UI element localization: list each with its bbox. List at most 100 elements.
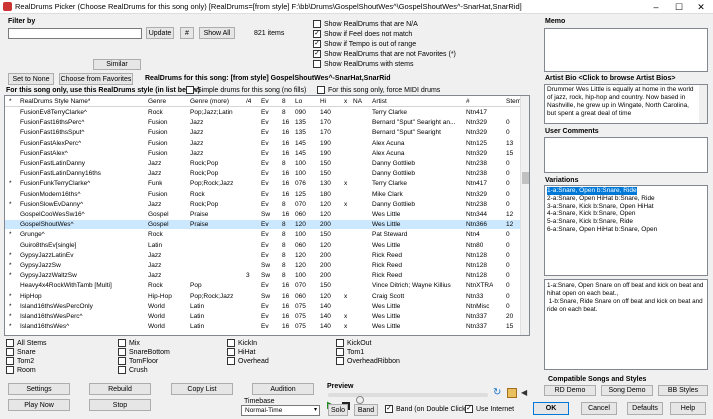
- stem-checkbox[interactable]: KickIn: [227, 339, 257, 347]
- table-row[interactable]: * HipHop Hip-Hop Pop;Rock;Jazz Sw 16 060 120 x Cr…: [5, 292, 522, 301]
- table-row[interactable]: FusionEv8TerryClarke^ Rock Pop;Jazz;Latin E…: [5, 108, 522, 117]
- update-button[interactable]: Update: [146, 27, 174, 39]
- table-row[interactable]: * GypsyJazzSw Jazz Sw 8 120 200 Rick Reed Ntn128…: [5, 261, 522, 270]
- variation-item[interactable]: 4-a:Snare, Kick b:Snare, Open: [547, 210, 636, 218]
- table-row[interactable]: * Island16thsWes^ World Latin Ev 16 075 140 x Wes…: [5, 322, 522, 331]
- memo-box[interactable]: [544, 28, 708, 72]
- scrollbar-thumb[interactable]: [522, 172, 529, 184]
- table-row[interactable]: FusionFast16thsSput^ Fusion Jazz Ev 16 135 170…: [5, 128, 522, 137]
- copy-list-button[interactable]: Copy List: [171, 383, 233, 395]
- stop-button[interactable]: Stop: [89, 399, 151, 411]
- column-header[interactable]: Ev: [261, 97, 269, 106]
- song-demo-button[interactable]: Song Demo: [601, 385, 653, 396]
- defaults-button[interactable]: Defaults: [627, 402, 663, 415]
- column-header[interactable]: #: [466, 97, 470, 106]
- folder-icon[interactable]: [507, 388, 517, 398]
- filter-input[interactable]: [8, 28, 142, 39]
- rebuild-button[interactable]: Rebuild: [89, 383, 151, 395]
- stem-checkbox[interactable]: SnareBottom: [118, 348, 170, 356]
- solo-button[interactable]: Solo: [328, 404, 348, 416]
- filter-option-checkbox[interactable]: Show RealDrums with stems: [313, 60, 413, 68]
- variation-item[interactable]: 2-a:Snare, Open HiHat b:Snare, Ride: [547, 195, 655, 203]
- table-row[interactable]: * Grunge^ Rock Ev 8 100 150 Pat Steward Ntn4 0: [5, 230, 522, 239]
- table-row[interactable]: Heavy4x4RockWithTamb [Multi] Rock Pop Ev 16 0…: [5, 281, 522, 290]
- column-header[interactable]: 8: [282, 97, 286, 106]
- column-header[interactable]: x: [344, 97, 347, 106]
- variation-item[interactable]: 3-a:Snare, Kick b:Snare, Open HiHat: [547, 203, 654, 211]
- hash-button[interactable]: #: [180, 27, 194, 39]
- column-header[interactable]: /4: [246, 97, 251, 106]
- table-row[interactable]: * FusionFunkTerryClarke^ Funk Pop;Rock;Jazz…: [5, 179, 522, 188]
- column-header[interactable]: Genre: [148, 97, 166, 106]
- user-comments-box[interactable]: [544, 137, 708, 173]
- table-row[interactable]: * GypsyJazzLatinEv Jazz Ev 8 120 200 Rick Reed N…: [5, 251, 522, 260]
- stem-checkbox[interactable]: Crush: [118, 366, 148, 374]
- set-to-none-button[interactable]: Set to None: [8, 73, 54, 85]
- column-header[interactable]: Lo: [295, 97, 302, 106]
- column-header[interactable]: Artist: [372, 97, 387, 106]
- stem-checkbox[interactable]: Room: [6, 366, 36, 374]
- band-double-click-checkbox[interactable]: ✓ Band (on Double Click): [385, 405, 468, 413]
- help-button[interactable]: Help: [670, 402, 706, 415]
- settings-button[interactable]: Settings: [8, 383, 70, 395]
- stem-checkbox[interactable]: KickOut: [336, 339, 372, 347]
- close-icon[interactable]: ✕: [690, 1, 712, 13]
- preview-progress-track[interactable]: [328, 393, 488, 397]
- play-now-button[interactable]: Play Now: [8, 399, 70, 411]
- cancel-button[interactable]: Cancel: [581, 402, 617, 415]
- variation-item[interactable]: 5-a:Snare, Kick b:Snare, Ride: [547, 218, 633, 226]
- table-row[interactable]: * Island16thsWesPerc^ World Latin Ev 16 075 140…: [5, 312, 522, 321]
- table-row[interactable]: GospelCooWesSw16^ Gospel Praise Sw 16 060 120 W…: [5, 210, 522, 219]
- table-row[interactable]: FusionFast16thsPerc^ Fusion Jazz Ev 16 135 170…: [5, 118, 522, 127]
- table-row[interactable]: FusionFastAlexPerc^ Fusion Jazz Ev 16 145 190 A…: [5, 139, 522, 148]
- minimize-icon[interactable]: –: [645, 1, 667, 13]
- table-scrollbar[interactable]: [520, 96, 529, 335]
- column-header[interactable]: *: [9, 97, 12, 106]
- stem-checkbox[interactable]: Tom2: [6, 357, 34, 365]
- audition-button[interactable]: Audition: [252, 383, 314, 395]
- artist-bio-label[interactable]: Artist Bio <Click to browse Artist Bios>: [545, 75, 675, 82]
- drums-table[interactable]: * RealDrums Style Name* Genre Genre (more) /…: [4, 95, 530, 336]
- timebase-select[interactable]: Normal-Time ▾: [241, 405, 320, 416]
- stem-checkbox[interactable]: All Stems: [6, 339, 47, 347]
- filter-option-checkbox[interactable]: Show RealDrums that are N/A: [313, 20, 418, 28]
- variations-list[interactable]: 1-a:Snare, Open b:Snare, Ride 2-a:Snare, …: [544, 185, 708, 276]
- simple-drums-checkbox[interactable]: Simple drums for this song (no fills): [186, 86, 306, 94]
- band-button[interactable]: Band: [354, 404, 378, 416]
- bb-styles-button[interactable]: BB Styles: [658, 385, 708, 396]
- similar-button[interactable]: Similar: [93, 59, 141, 70]
- column-header[interactable]: Genre (more): [190, 97, 229, 106]
- show-all-button[interactable]: Show All: [199, 27, 235, 39]
- table-row[interactable]: Guiro8thsEv[single] Latin Ev 8 060 120 Wes Lit…: [5, 241, 522, 250]
- variation-item[interactable]: 1-a:Snare, Open b:Snare, Ride: [547, 187, 637, 195]
- table-row[interactable]: GospelShoutWes^ Gospel Praise Ev 8 120 200 Wes …: [5, 220, 522, 230]
- filter-option-checkbox[interactable]: ✓ Show if Tempo is out of range: [313, 40, 416, 48]
- maximize-icon[interactable]: ☐: [668, 1, 690, 13]
- bio-scrollbar[interactable]: [699, 85, 707, 123]
- stem-checkbox[interactable]: Overhead: [227, 357, 269, 365]
- loop-icon[interactable]: [356, 396, 364, 404]
- choose-favorites-button[interactable]: Choose from Favorites: [59, 73, 133, 85]
- force-midi-checkbox[interactable]: For this song only, force MIDI drums: [317, 86, 440, 94]
- column-header[interactable]: Hi: [320, 97, 326, 106]
- stem-checkbox[interactable]: TomFloor: [118, 357, 158, 365]
- table-row[interactable]: FusionModern16ths^ Fusion Rock Ev 16 125 180 Mi…: [5, 190, 522, 199]
- stem-checkbox[interactable]: Mix: [118, 339, 140, 347]
- variation-item[interactable]: 6-a:Snare, Open HiHat b:Snare, Open: [547, 226, 657, 234]
- refresh-icon[interactable]: ↻: [493, 388, 503, 398]
- table-row[interactable]: FusionFastLatinDanny Jazz Rock;Pop Ev 8 100 15…: [5, 159, 522, 168]
- table-row[interactable]: FusionFastLatinDanny16ths Jazz Rock;Pop Ev 1…: [5, 169, 522, 178]
- column-header[interactable]: NA: [353, 97, 362, 106]
- table-row[interactable]: * GypsyJazzWaltzSw Jazz 3 Sw 8 100 200 Rick Reed…: [5, 271, 522, 280]
- ok-button[interactable]: OK: [533, 402, 569, 415]
- stem-checkbox[interactable]: Snare: [6, 348, 36, 356]
- table-row[interactable]: * FusionSlowEvDanny^ Jazz Rock;Pop Ev 8 070 120…: [5, 200, 522, 209]
- stem-checkbox[interactable]: HiHat: [227, 348, 256, 356]
- stem-checkbox[interactable]: OverheadRibbon: [336, 357, 400, 365]
- use-internet-checkbox[interactable]: ✓ Use Internet: [465, 405, 514, 413]
- rd-demo-button[interactable]: RD Demo: [544, 385, 596, 396]
- filter-option-checkbox[interactable]: ✓ Show RealDrums that are not Favorites (…: [313, 50, 456, 58]
- stem-checkbox[interactable]: Tom1: [336, 348, 364, 356]
- column-header[interactable]: RealDrums Style Name*: [20, 97, 90, 106]
- filter-option-checkbox[interactable]: ✓ Show if Feel does not match: [313, 30, 412, 38]
